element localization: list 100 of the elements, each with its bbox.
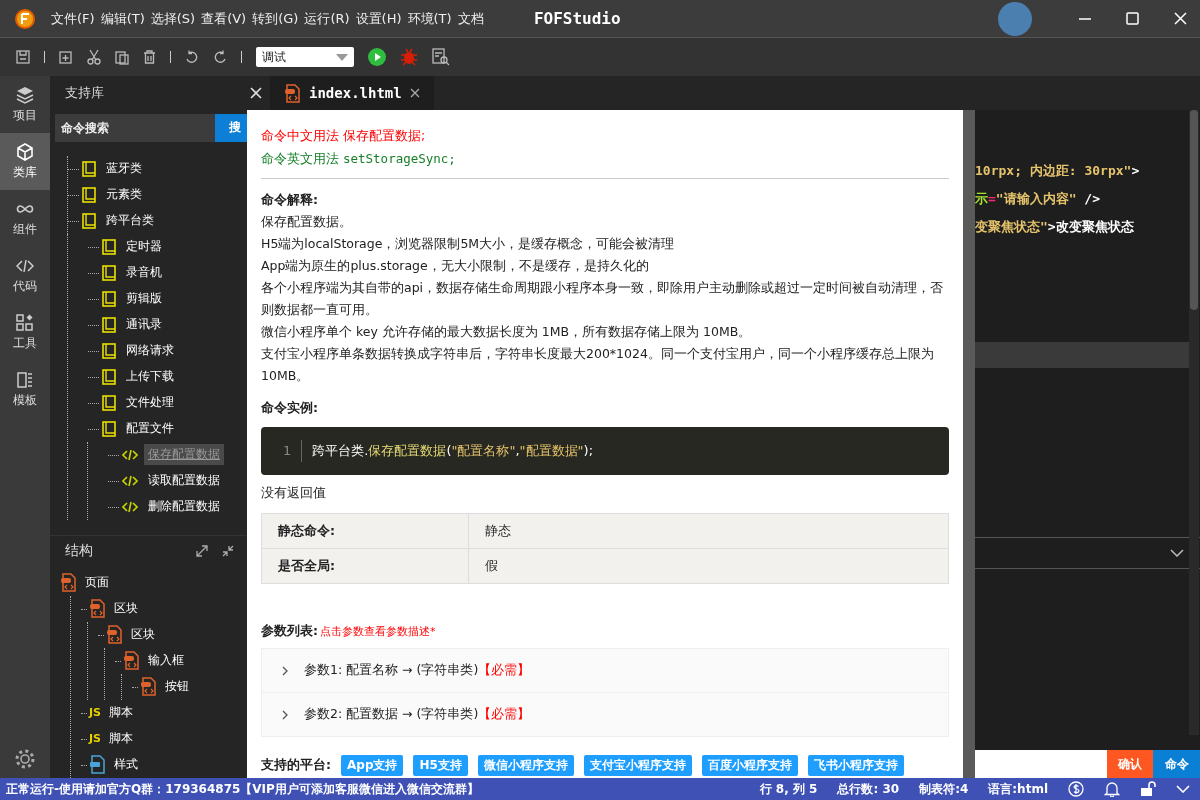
table-cell: 静态命令: — [261, 513, 469, 549]
platform-tag: 支付宝小程序支持 — [583, 755, 692, 776]
paragraph: 微信小程序单个 key 允许存储的最大数据长度为 1MB，所有数据存储上限为 10MB。 — [261, 323, 753, 341]
scrollbar-thumb[interactable] — [1190, 110, 1198, 310]
menu-item[interactable]: 查看(V) — [200, 7, 248, 30]
paragraph: App端为原生的plus.storage，无大小限制，不是缓存，是持久化的 — [261, 257, 650, 275]
tree-item[interactable]: 文件处理 — [122, 392, 178, 414]
menu-item[interactable]: 选择(S) — [149, 7, 197, 30]
tree-item[interactable]: 蓝牙类 — [102, 158, 146, 180]
status-message: 正常运行-使用请加官方Q群：179364875【VIP用户可添加客服微信进入微信交流群】 — [6, 780, 480, 798]
html-file-icon — [140, 677, 157, 697]
paragraph: 保存配置数据。 — [261, 213, 353, 231]
menu-item[interactable]: 运行(R) — [303, 7, 351, 30]
menu-item[interactable]: 编辑(T) — [99, 7, 146, 30]
book-icon — [102, 238, 116, 255]
tree-item[interactable]: 输入框 — [146, 650, 186, 672]
bell-icon[interactable] — [1104, 781, 1120, 797]
activity-item[interactable]: 模板 — [0, 361, 50, 418]
menu-item[interactable]: 文档 — [456, 7, 485, 30]
chevron-down-icon[interactable] — [1170, 549, 1184, 557]
maximize-icon[interactable] — [1124, 11, 1140, 26]
html-file-icon — [123, 651, 140, 671]
undo-icon[interactable] — [185, 50, 199, 64]
close-icon[interactable] — [409, 88, 420, 98]
book-icon — [82, 186, 96, 203]
tree-item[interactable]: 录音机 — [122, 262, 166, 284]
activity-item[interactable]: 工具 — [0, 304, 50, 361]
command-button[interactable]: 命令 — [1153, 750, 1200, 778]
avatar[interactable] — [998, 1, 1032, 36]
book-icon — [102, 342, 116, 359]
html-file-icon — [89, 599, 106, 619]
tree-item[interactable]: 脚本 — [107, 702, 135, 724]
code-line: 跨平台类.保存配置数据("配置名称","配置数据"); — [312, 442, 594, 460]
command-input[interactable] — [975, 750, 1107, 778]
usage-label: 命令英文用法 — [261, 151, 340, 166]
platform-tag: 微信小程序支持 — [477, 755, 574, 776]
menu-item[interactable]: 设置(H) — [354, 7, 403, 30]
tree-item[interactable]: 跨平台类 — [102, 210, 158, 232]
book-icon — [102, 420, 116, 437]
section-heading: 命令解释: — [261, 191, 319, 209]
panel-title: 结构 — [65, 542, 94, 560]
html-file-icon — [106, 625, 123, 645]
cut-icon[interactable] — [87, 49, 101, 65]
file-tab[interactable]: index.lhtml — [270, 76, 434, 110]
activity-item[interactable]: 类库 — [0, 133, 50, 190]
paste-icon[interactable] — [115, 49, 129, 65]
tree-item[interactable]: 区块 — [112, 598, 140, 620]
tree-item[interactable]: 上传下载 — [122, 366, 178, 388]
cube-icon — [16, 142, 34, 161]
unlock-icon[interactable] — [1140, 781, 1156, 797]
layers-icon — [16, 85, 34, 104]
collapse-icon[interactable] — [222, 545, 234, 557]
platforms-label: 支持的平台: — [261, 757, 331, 774]
settings-icon[interactable] — [14, 748, 36, 770]
tree-item[interactable]: 剪辑版 — [122, 288, 166, 310]
delete-icon[interactable] — [143, 50, 156, 64]
logo-icon — [14, 7, 36, 30]
language-mode: 语言:html — [988, 780, 1048, 798]
tree-item[interactable]: 定时器 — [122, 236, 166, 258]
tree-item[interactable]: 删除配置数据 — [144, 496, 224, 518]
parameter-row[interactable]: 参数1: 配置名称 → (字符串类)【必需】 — [262, 649, 948, 693]
code-icon — [122, 474, 138, 487]
activity-item[interactable]: 组件 — [0, 190, 50, 247]
return-text: 没有返回值 — [261, 484, 327, 502]
tree-item[interactable]: 通讯录 — [122, 314, 166, 336]
dollar-icon[interactable] — [1068, 781, 1084, 797]
usage-code: setStorageSync; — [343, 151, 456, 166]
tree-item[interactable]: 元素类 — [102, 184, 146, 206]
save-icon[interactable] — [16, 50, 30, 64]
tree-item[interactable]: 网络请求 — [122, 340, 178, 362]
expand-icon[interactable] — [196, 545, 208, 557]
tree-item[interactable]: 读取配置数据 — [144, 470, 224, 492]
tree-item[interactable]: 区块 — [129, 624, 157, 646]
line-number: 1 — [283, 440, 303, 462]
inspect-icon[interactable] — [432, 48, 450, 66]
bug-icon[interactable] — [400, 48, 418, 66]
activity-item[interactable]: 项目 — [0, 76, 50, 133]
menu-item[interactable]: 转到(G) — [251, 7, 300, 30]
add-file-icon[interactable] — [59, 50, 73, 64]
js-label: JS — [89, 732, 101, 746]
scrollbar[interactable] — [1189, 110, 1199, 735]
parameter-row[interactable]: 参数2: 配置数据 → (字符串类)【必需】 — [262, 693, 948, 736]
tree-item[interactable]: 样式 — [112, 754, 140, 776]
tree-item[interactable]: 脚本 — [107, 728, 135, 750]
cursor-position: 行 8, 列 5 — [759, 780, 818, 798]
tree-item[interactable]: 页面 — [83, 572, 111, 594]
table-cell: 静态 — [468, 513, 949, 549]
search-button[interactable]: 搜 — [215, 113, 247, 142]
menu-item[interactable]: 文件(F) — [50, 7, 96, 30]
code-line: 10rpx; 内边距: 30rpx"> — [975, 162, 1141, 180]
tree-item[interactable]: 按钮 — [163, 676, 191, 698]
activity-item[interactable]: 代码 — [0, 247, 50, 304]
redo-icon[interactable] — [213, 50, 227, 64]
mode-select[interactable]: 调试 — [256, 47, 354, 67]
code-icon — [122, 448, 138, 461]
menu-item[interactable]: 环境(T) — [406, 7, 453, 30]
book-icon — [102, 290, 116, 307]
search-field[interactable]: 命令搜索 — [55, 113, 215, 142]
run-icon[interactable] — [368, 48, 386, 66]
tree-item[interactable]: 配置文件 — [122, 418, 178, 440]
